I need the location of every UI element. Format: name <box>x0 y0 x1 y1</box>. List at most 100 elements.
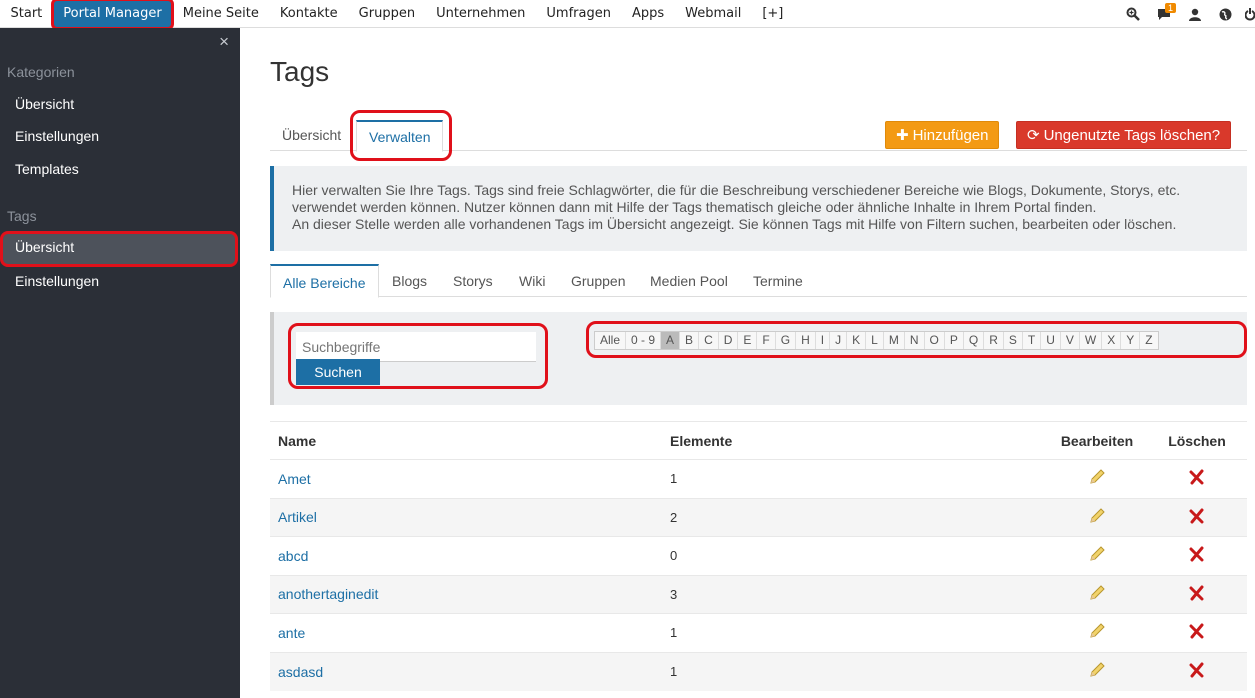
alphabet-filter: Alle 0 - 9 A B C D E F G H I J K L M N O… <box>594 331 1159 350</box>
tab-wiki[interactable]: Wiki <box>507 264 557 297</box>
alpha-alle[interactable]: Alle <box>595 332 627 349</box>
table-row: anothertaginedit 3 <box>270 574 1247 614</box>
globe-icon[interactable] <box>1210 0 1241 28</box>
tag-name[interactable]: Amet <box>270 459 662 498</box>
page-title: Tags <box>270 56 330 87</box>
alpha-v[interactable]: V <box>1061 332 1080 349</box>
table-row: Amet 1 <box>270 459 1247 498</box>
chat-icon[interactable]: 1 <box>1148 0 1179 28</box>
tag-name[interactable]: abcd <box>270 536 662 575</box>
power-icon[interactable] <box>1241 0 1255 28</box>
sidebar: × Kategorien Übersicht Einstellungen Tem… <box>0 28 240 698</box>
alpha-g[interactable]: G <box>776 332 797 349</box>
user-icon[interactable] <box>1179 0 1210 28</box>
nav-portal-manager[interactable]: Portal Manager <box>50 0 175 30</box>
tag-name[interactable]: Artikel <box>270 497 662 537</box>
tab-termine[interactable]: Termine <box>741 264 815 297</box>
alpha-f[interactable]: F <box>757 332 776 349</box>
delete-icon[interactable] <box>1189 469 1205 488</box>
alpha-q[interactable]: Q <box>964 332 985 349</box>
delete-unused-label: Ungenutzte Tags löschen? <box>1043 127 1221 144</box>
alpha-i[interactable]: I <box>816 332 831 349</box>
pencil-icon[interactable] <box>1088 545 1106 566</box>
alpha-p[interactable]: P <box>945 332 964 349</box>
alpha-d[interactable]: D <box>719 332 739 349</box>
delete-icon[interactable] <box>1189 508 1205 527</box>
table-row: abcd 0 <box>270 536 1247 575</box>
sidebar-item-tags-uebersicht[interactable]: Übersicht <box>0 231 238 267</box>
top-nav: Start Portal Manager Meine Seite Kontakt… <box>0 0 794 30</box>
tag-name[interactable]: anothertaginedit <box>270 574 662 614</box>
alpha-j[interactable]: J <box>830 332 848 349</box>
col-elemente: Elemente <box>662 421 1047 460</box>
alpha-a[interactable]: A <box>661 332 681 349</box>
alpha-c[interactable]: C <box>699 332 719 349</box>
alpha-r[interactable]: R <box>984 332 1004 349</box>
pencil-icon[interactable] <box>1088 584 1106 605</box>
pencil-icon[interactable] <box>1088 622 1106 643</box>
nav-gruppen[interactable]: Gruppen <box>348 0 425 28</box>
top-navbar: Start Portal Manager Meine Seite Kontakt… <box>0 0 1255 30</box>
nav-kontakte[interactable]: Kontakte <box>269 0 348 28</box>
delete-icon[interactable] <box>1189 585 1205 604</box>
alpha-k[interactable]: K <box>847 332 867 349</box>
tag-count: 0 <box>662 536 1047 575</box>
add-tag-label: Hinzufügen <box>912 127 989 144</box>
main-content: Tags Übersicht Verwalten ✚ Hinzufügen ⟳ Un… <box>240 28 1255 698</box>
alpha-b[interactable]: B <box>680 332 700 349</box>
alpha-e[interactable]: E <box>738 332 758 349</box>
nav-add[interactable]: [+] <box>752 0 794 28</box>
nav-meine-seite[interactable]: Meine Seite <box>172 0 269 28</box>
tags-table: Name Elemente Bearbeiten Löschen Amet 1 … <box>270 421 1247 691</box>
alpha-l[interactable]: L <box>866 332 884 349</box>
search-button[interactable]: Suchen <box>296 359 380 385</box>
tab-medien-pool[interactable]: Medien Pool <box>638 264 740 297</box>
delete-icon[interactable] <box>1189 546 1205 565</box>
nav-umfragen[interactable]: Umfragen <box>536 0 622 28</box>
tab-blogs[interactable]: Blogs <box>380 264 439 297</box>
delete-icon[interactable] <box>1189 662 1205 681</box>
tab-gruppen[interactable]: Gruppen <box>559 264 637 297</box>
alpha-n[interactable]: N <box>905 332 925 349</box>
search-input[interactable] <box>296 332 536 362</box>
sidebar-item-kategorien-uebersicht[interactable]: Übersicht <box>0 88 240 120</box>
table-header-row: Name Elemente Bearbeiten Löschen <box>270 421 1247 460</box>
nav-start[interactable]: Start <box>0 0 53 28</box>
alpha-x[interactable]: X <box>1102 332 1122 349</box>
info-line-3: An dieser Stelle werden alle vorhandenen… <box>292 216 1177 232</box>
alpha-w[interactable]: W <box>1080 332 1103 349</box>
tab-uebersicht[interactable]: Übersicht <box>270 120 353 151</box>
pencil-icon[interactable] <box>1088 468 1106 489</box>
tab-verwalten[interactable]: Verwalten <box>356 120 444 152</box>
sidebar-item-tags-einstellungen[interactable]: Einstellungen <box>0 265 240 297</box>
tag-name[interactable]: asdasd <box>270 651 662 691</box>
pencil-icon[interactable] <box>1088 661 1106 682</box>
table-row: Artikel 2 <box>270 497 1247 537</box>
alpha-m[interactable]: M <box>884 332 905 349</box>
nav-webmail[interactable]: Webmail <box>675 0 752 28</box>
search-icon[interactable] <box>1117 0 1148 28</box>
nav-apps[interactable]: Apps <box>621 0 674 28</box>
alpha-y[interactable]: Y <box>1121 332 1141 349</box>
top-icons: 1 <box>1117 0 1255 28</box>
sidebar-item-kategorien-einstellungen[interactable]: Einstellungen <box>0 120 240 152</box>
add-tag-button[interactable]: ✚ Hinzufügen <box>885 121 1000 149</box>
alpha-u[interactable]: U <box>1041 332 1061 349</box>
tag-count: 1 <box>662 459 1047 498</box>
close-icon[interactable]: × <box>219 32 229 52</box>
col-name: Name <box>270 421 662 460</box>
tag-name[interactable]: ante <box>270 613 662 652</box>
delete-unused-tags-button[interactable]: ⟳ Ungenutzte Tags löschen? <box>1016 121 1232 149</box>
pencil-icon[interactable] <box>1088 507 1106 528</box>
alpha-h[interactable]: H <box>796 332 816 349</box>
alpha-0-9[interactable]: 0 - 9 <box>626 332 662 349</box>
tab-storys[interactable]: Storys <box>441 264 505 297</box>
nav-unternehmen[interactable]: Unternehmen <box>426 0 536 28</box>
alpha-z[interactable]: Z <box>1140 332 1157 349</box>
sidebar-item-templates[interactable]: Templates <box>0 153 240 185</box>
alpha-o[interactable]: O <box>925 332 945 349</box>
delete-icon[interactable] <box>1189 623 1205 642</box>
alpha-s[interactable]: S <box>1004 332 1023 349</box>
alpha-t[interactable]: T <box>1023 332 1042 349</box>
tab-alle-bereiche[interactable]: Alle Bereiche <box>270 264 379 298</box>
